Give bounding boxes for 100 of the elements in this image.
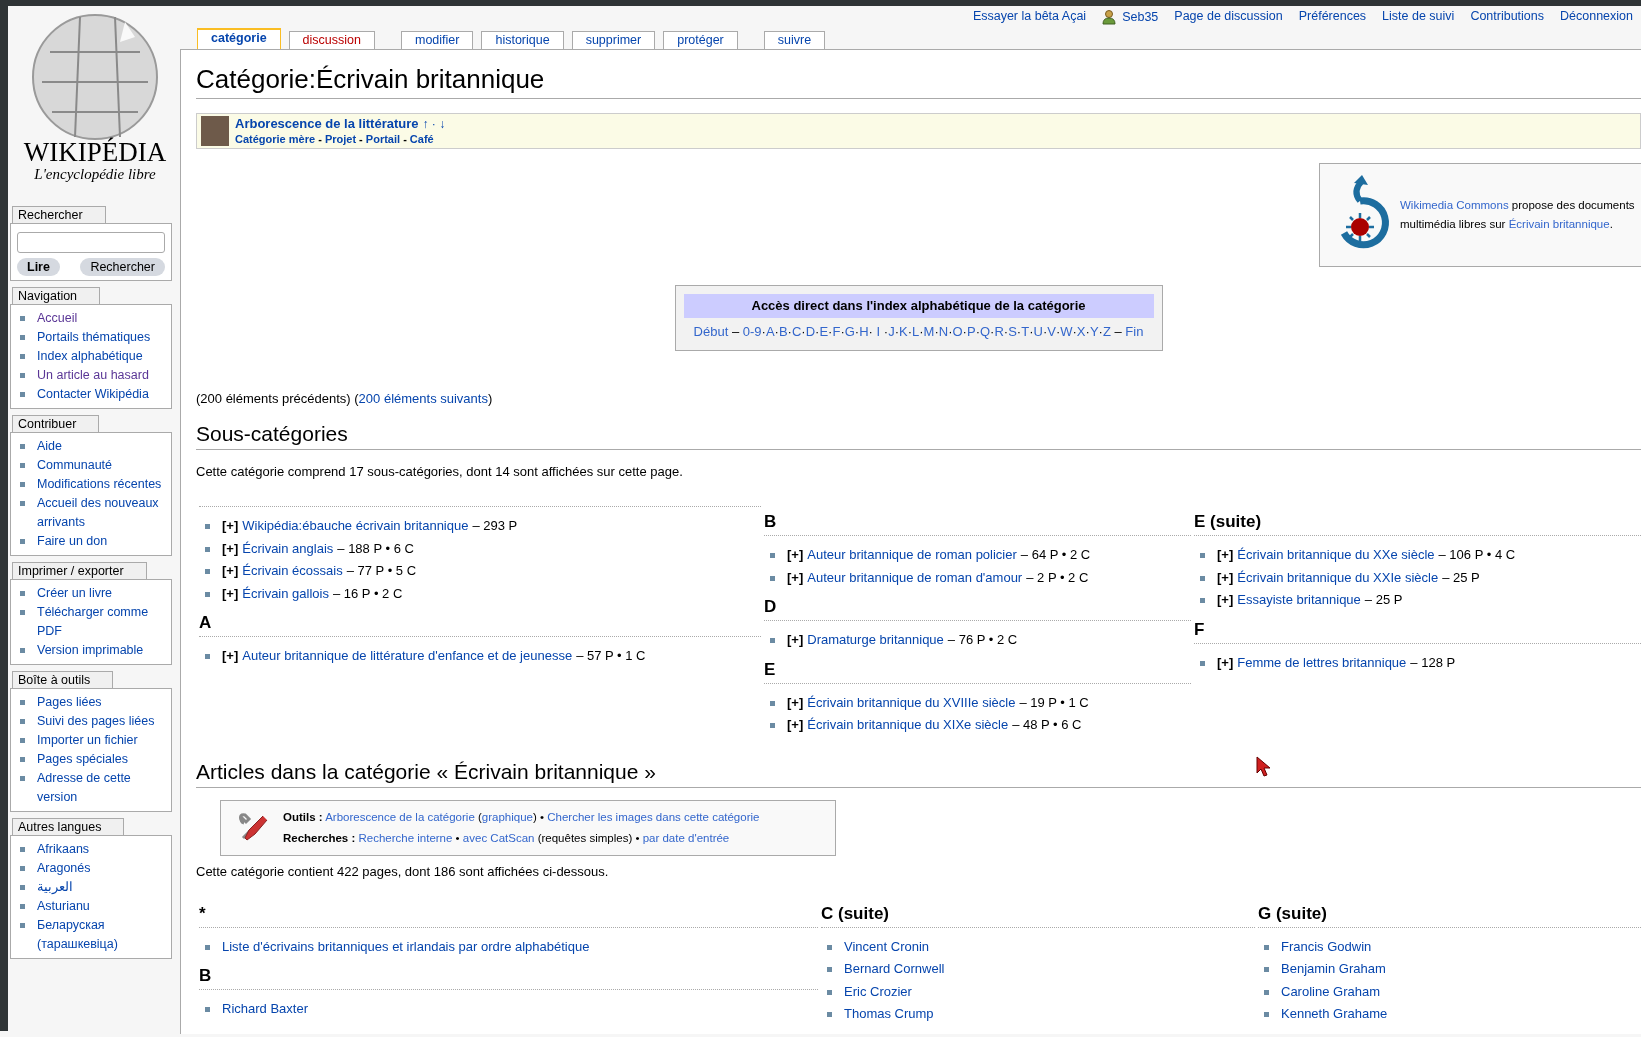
tab[interactable]: supprimer xyxy=(571,31,656,49)
index-link[interactable]: R xyxy=(994,324,1004,339)
personal-link[interactable]: Page de discussion xyxy=(1174,8,1283,26)
personal-link[interactable]: Contributions xyxy=(1470,8,1545,26)
subcategory-link[interactable]: Essayiste britannique xyxy=(1237,589,1361,612)
index-link[interactable]: G xyxy=(844,324,855,339)
banner-link[interactable]: Portail xyxy=(365,133,401,145)
tab[interactable]: modifier xyxy=(400,31,474,49)
sidebar-link[interactable]: Aide xyxy=(37,437,63,456)
index-link[interactable]: T xyxy=(1021,324,1030,339)
sidebar-link[interactable]: Portails thématiques xyxy=(37,328,151,347)
article-link[interactable]: Benjamin Graham xyxy=(1281,958,1386,981)
search-button[interactable]: Rechercher xyxy=(80,258,165,276)
index-link[interactable]: U xyxy=(1033,324,1043,339)
subcategory-link[interactable]: Écrivain britannique du XXIe siècle xyxy=(1237,566,1439,589)
sidebar-link[interactable]: Index alphabétique xyxy=(37,347,143,366)
tools-link[interactable]: par date d'entrée xyxy=(642,831,730,844)
article-link[interactable]: Eric Crozier xyxy=(844,980,912,1003)
sidebar-link[interactable]: Aragonés xyxy=(37,859,91,878)
banner-title-link[interactable]: Arborescence de la littérature xyxy=(235,116,419,131)
index-link[interactable]: W xyxy=(1060,324,1073,339)
paging-link[interactable]: 200 éléments suivants xyxy=(358,391,488,406)
expand-toggle[interactable]: [+] xyxy=(787,691,804,714)
banner-link[interactable]: Projet xyxy=(324,133,357,145)
sidebar-link[interactable]: Créer un livre xyxy=(37,584,113,603)
index-link[interactable]: H xyxy=(859,324,869,339)
subcategory-link[interactable]: Auteur britannique de roman policier xyxy=(807,544,1017,567)
sidebar-link[interactable]: العربية xyxy=(37,878,73,897)
tools-link[interactable]: graphique xyxy=(481,810,533,823)
subcategory-link[interactable]: Auteur britannique de littérature d'enfance et de jeunesse xyxy=(242,645,573,668)
tools-link[interactable]: Arborescence de la catégorie xyxy=(325,810,475,823)
expand-toggle[interactable]: [+] xyxy=(222,645,239,668)
article-link[interactable]: Thomas Crump xyxy=(844,1003,934,1026)
expand-toggle[interactable]: [+] xyxy=(1217,566,1234,589)
index-link[interactable]: M xyxy=(923,324,935,339)
arrows-link[interactable]: ↑ · ↓ xyxy=(422,117,446,131)
sidebar-link[interactable]: Asturianu xyxy=(37,897,90,916)
index-link[interactable]: L xyxy=(912,324,920,339)
index-link[interactable]: Début xyxy=(693,324,729,339)
index-link[interactable]: F xyxy=(832,324,841,339)
banner-link[interactable]: Café xyxy=(409,133,434,145)
sidebar-link[interactable]: Adresse de cette version xyxy=(37,769,165,807)
tools-link[interactable]: Recherche interne xyxy=(358,831,453,844)
expand-toggle[interactable]: [+] xyxy=(222,582,239,605)
sidebar-link[interactable]: Suivi des pages liées xyxy=(37,712,155,731)
commons-link[interactable]: Wikimedia Commons xyxy=(1400,199,1509,211)
expand-toggle[interactable]: [+] xyxy=(222,515,239,538)
article-link[interactable]: Kenneth Grahame xyxy=(1281,1003,1388,1026)
sidebar-link[interactable]: Un article au hasard xyxy=(37,366,149,385)
index-link[interactable]: S xyxy=(1008,324,1017,339)
index-link[interactable]: P xyxy=(966,324,976,339)
sidebar-link[interactable]: Беларуская (тарашкевіца) xyxy=(37,916,165,954)
personal-link[interactable]: Déconnexion xyxy=(1560,8,1633,26)
expand-toggle[interactable]: [+] xyxy=(787,714,804,737)
expand-toggle[interactable]: [+] xyxy=(1217,651,1234,674)
sidebar-link[interactable]: Pages liées xyxy=(37,693,102,712)
index-link[interactable]: J xyxy=(888,324,895,339)
index-link[interactable]: B xyxy=(778,324,788,339)
sidebar-link[interactable]: Faire un don xyxy=(37,532,108,551)
article-link[interactable]: Richard Baxter xyxy=(222,998,308,1021)
tab[interactable]: catégorie xyxy=(197,28,281,49)
sidebar-link[interactable]: Pages spéciales xyxy=(37,750,129,769)
index-link[interactable]: X xyxy=(1076,324,1086,339)
article-link[interactable]: Caroline Graham xyxy=(1281,980,1380,1003)
subcategory-link[interactable]: Femme de lettres britannique xyxy=(1237,651,1407,674)
expand-toggle[interactable]: [+] xyxy=(787,629,804,652)
expand-toggle[interactable]: [+] xyxy=(222,560,239,583)
read-button[interactable]: Lire xyxy=(17,258,60,276)
tab[interactable]: discussion xyxy=(288,31,375,49)
expand-toggle[interactable]: [+] xyxy=(787,544,804,567)
index-link[interactable]: K xyxy=(898,324,908,339)
expand-toggle[interactable]: [+] xyxy=(222,537,239,560)
subcategory-link[interactable]: Dramaturge britannique xyxy=(807,629,944,652)
search-field[interactable] xyxy=(17,232,165,253)
sidebar-link[interactable]: Contacter Wikipédia xyxy=(37,385,149,404)
index-link[interactable]: E xyxy=(819,324,829,339)
index-link[interactable]: Y xyxy=(1089,324,1099,339)
subcategory-link[interactable]: Écrivain britannique du XIXe siècle xyxy=(807,714,1009,737)
article-link[interactable]: Vincent Cronin xyxy=(844,935,930,958)
sidebar-link[interactable]: Communauté xyxy=(37,456,113,475)
subcategory-link[interactable]: Écrivain anglais xyxy=(242,537,334,560)
index-link[interactable]: V xyxy=(1047,324,1056,339)
tools-link[interactable]: Chercher les images dans cette catégorie xyxy=(547,810,760,823)
index-link[interactable]: Fin xyxy=(1125,324,1144,339)
sidebar-link[interactable]: Modifications récentes xyxy=(37,475,162,494)
tab[interactable]: protéger xyxy=(663,31,738,49)
index-link[interactable]: N xyxy=(938,324,949,339)
index-link[interactable]: 0-9 xyxy=(742,324,762,339)
subcategory-link[interactable]: Auteur britannique de roman d'amour xyxy=(807,566,1023,589)
banner-link[interactable]: Catégorie mère xyxy=(235,133,316,145)
sidebar-link[interactable]: Version imprimable xyxy=(37,641,144,660)
tools-link[interactable]: avec CatScan xyxy=(462,831,535,844)
sidebar-link[interactable]: Importer un fichier xyxy=(37,731,138,750)
index-link[interactable]: O xyxy=(952,324,963,339)
subcategory-link[interactable]: Écrivain gallois xyxy=(242,582,329,605)
expand-toggle[interactable]: [+] xyxy=(1217,589,1234,612)
index-link[interactable]: I xyxy=(876,324,881,339)
personal-link[interactable]: Préférences xyxy=(1298,8,1367,26)
subcategory-link[interactable]: Écrivain britannique du XVIIIe siècle xyxy=(807,691,1016,714)
sidebar-link[interactable]: Accueil des nouveaux arrivants xyxy=(37,494,165,532)
